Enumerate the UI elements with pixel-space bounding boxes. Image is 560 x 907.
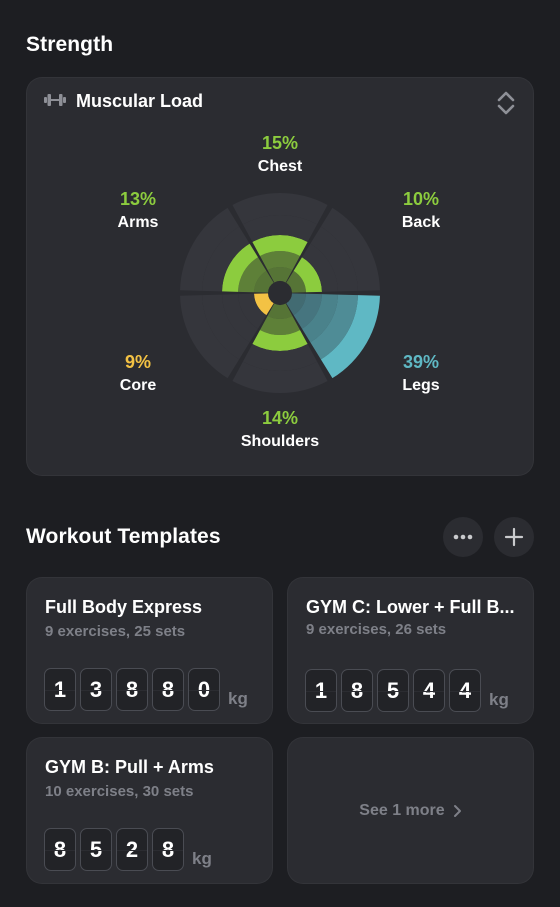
muscle-pct: 10% [402,189,440,209]
template-card[interactable]: GYM C: Lower + Full B... 9 exercises, 26… [287,577,534,724]
muscle-label-shoulders: 14% Shoulders [220,408,340,451]
template-subtitle: 9 exercises, 26 sets [306,621,447,638]
template-card[interactable]: GYM B: Pull + Arms 10 exercises, 30 sets… [26,737,273,884]
template-card[interactable]: Full Body Express 9 exercises, 25 sets 1… [26,577,273,724]
volume-unit: kg [228,689,248,708]
volume-counter: 8 5 2 8 kg [44,828,212,871]
volume-digit: 1 [305,669,337,712]
volume-digit: 8 [44,828,76,871]
volume-digit: 0 [188,668,220,711]
muscle-name: Shoulders [240,433,320,450]
volume-digit: 8 [152,828,184,871]
volume-digit: 8 [341,669,373,712]
volume-digit: 8 [152,668,184,711]
volume-unit: kg [192,849,212,868]
muscle-pct: 14% [261,408,299,428]
volume-digit: 2 [116,828,148,871]
muscle-label-legs: 39% Legs [361,352,481,395]
muscle-label-core: 9% Core [78,352,198,395]
chevron-right-icon [453,804,461,817]
volume-digit: 5 [377,669,409,712]
templates-title: Workout Templates [26,525,221,548]
muscle-label-back: 10% Back [361,189,481,232]
more-button[interactable] [443,517,483,557]
volume-digit: 3 [80,668,112,711]
muscle-name: Core [119,377,157,394]
muscle-label-chest: 15% Chest [220,133,340,176]
volume-digit: 8 [116,668,148,711]
muscle-name: Back [401,214,441,231]
muscle-pct: 13% [119,189,157,209]
volume-counter: 1 3 8 8 0 kg [44,668,248,711]
volume-counter: 1 8 5 4 4 kg [305,669,509,712]
template-subtitle: 10 exercises, 30 sets [45,783,194,800]
ellipsis-icon [453,534,473,540]
add-template-button[interactable] [494,517,534,557]
volume-unit: kg [489,690,509,709]
muscle-name: Arms [117,214,159,231]
template-title: GYM C: Lower + Full B... [306,597,515,617]
muscle-label-arms: 13% Arms [78,189,198,232]
muscular-load-card[interactable]: Muscular Load 15% Chest 10% Back 39% Leg… [26,77,534,476]
template-subtitle: 9 exercises, 25 sets [45,623,186,640]
volume-digit: 4 [413,669,445,712]
plus-icon [504,527,524,547]
volume-digit: 1 [44,668,76,711]
volume-digit: 4 [449,669,481,712]
muscle-pct: 15% [261,133,299,153]
see-more-label: See 1 more [359,801,445,819]
see-more-card[interactable]: See 1 more [287,737,534,884]
muscle-name: Legs [402,377,440,394]
muscle-pct: 9% [124,352,151,372]
template-title: GYM B: Pull + Arms [45,757,214,777]
muscle-name: Chest [257,158,303,175]
strength-title: Strength [26,33,114,56]
muscle-pct: 39% [402,352,440,372]
volume-digit: 5 [80,828,112,871]
template-title: Full Body Express [45,597,203,617]
